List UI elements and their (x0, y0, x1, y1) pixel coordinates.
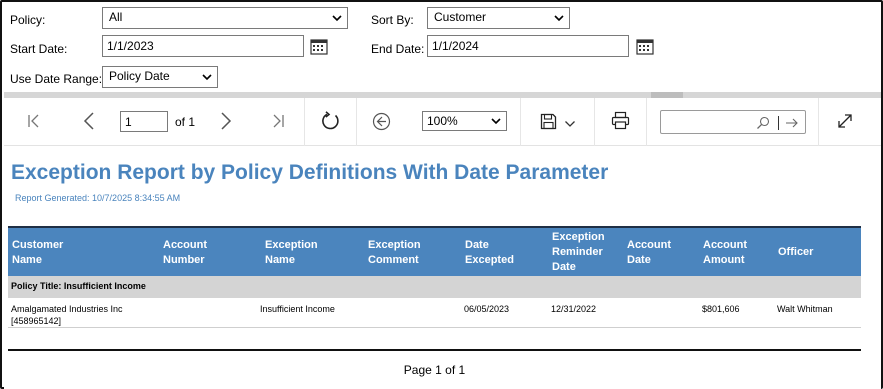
sort-by-select-value: Customer (434, 10, 487, 24)
toolbar-separator (594, 98, 595, 146)
policy-select-value: All (109, 10, 123, 24)
parameter-panel: Policy: All Sort By: Customer Start Date… (4, 4, 881, 92)
report-title: Exception Report by Policy Definitions W… (11, 161, 609, 184)
header-line: Amount (703, 254, 745, 266)
header-line: Comment (368, 254, 419, 266)
header-line: Excepted (465, 254, 514, 266)
header-line: Number (163, 254, 205, 266)
report-toolbar: 1 of 1 100% (4, 98, 881, 146)
header-line: Exception (265, 239, 318, 251)
header-exception-reminder-date: Exception Reminder Date (552, 230, 605, 275)
cell-customer-name: Amalgamated Industries Inc [458965142] (11, 303, 123, 327)
header-line: Reminder (552, 246, 603, 258)
page-count-label: of 1 (175, 115, 196, 129)
chevron-down-icon[interactable] (564, 120, 576, 128)
header-officer: Officer (778, 246, 814, 258)
group-header: Policy Title: Insufficient Income (8, 276, 861, 298)
save-icon[interactable] (540, 113, 557, 130)
header-account-amount: Account Amount (703, 238, 747, 268)
report-viewer-window: Policy: All Sort By: Customer Start Date… (0, 0, 883, 389)
header-account-number: Account Number (163, 238, 207, 268)
page-number-input[interactable]: 1 (120, 111, 168, 132)
header-line: Date (552, 261, 576, 273)
calendar-icon[interactable] (310, 38, 328, 55)
last-page-icon[interactable] (270, 113, 286, 129)
header-line: Date (465, 239, 489, 251)
header-line: Customer (12, 239, 64, 251)
zoom-select[interactable]: 100% (422, 111, 507, 131)
header-line: Exception (368, 239, 421, 251)
chevron-down-icon (491, 118, 501, 125)
toolbar-separator (304, 98, 305, 146)
back-icon[interactable] (372, 112, 391, 131)
sort-by-label: Sort By: (371, 13, 414, 27)
start-date-label: Start Date: (10, 42, 68, 56)
toolbar-separator (520, 98, 521, 146)
report-page: Exception Report by Policy Definitions W… (4, 147, 881, 389)
policy-select[interactable]: All (102, 7, 348, 29)
date-range-select[interactable]: Policy Date (102, 66, 218, 88)
zoom-value: 100% (427, 114, 458, 128)
toolbar-separator (646, 98, 647, 146)
table-header: Customer Name Account Number Exception N… (8, 226, 861, 276)
sort-by-select[interactable]: Customer (427, 7, 570, 29)
header-line: Account (627, 239, 671, 251)
start-date-value: 1/1/2023 (107, 39, 154, 53)
page-footer: Page 1 of 1 (403, 363, 466, 377)
start-date-input[interactable]: 1/1/2023 (102, 35, 304, 57)
date-range-label: Use Date Range: (10, 72, 103, 86)
customer-id-text: [458965142] (11, 316, 62, 326)
cell-reminder-date: 12/31/2022 (551, 304, 597, 314)
header-line: Name (12, 254, 42, 266)
header-exception-comment: Exception Comment (368, 238, 421, 268)
print-icon[interactable] (611, 111, 630, 130)
find-divider (778, 116, 779, 130)
customer-name-text: Amalgamated Industries Inc (11, 304, 123, 314)
fullscreen-icon[interactable] (836, 112, 854, 130)
header-line: Account (163, 239, 207, 251)
end-date-value: 1/1/2024 (432, 39, 479, 53)
page-number-value: 1 (125, 115, 132, 129)
report-generated-text: Report Generated: 10/7/2025 8:34:55 AM (15, 193, 181, 203)
header-date-excepted: Date Excepted (465, 238, 514, 268)
policy-label: Policy: (10, 13, 46, 27)
find-text-input[interactable] (660, 110, 806, 134)
header-line: Exception (552, 231, 605, 243)
toolbar-separator (818, 98, 819, 146)
first-page-icon[interactable] (26, 113, 42, 129)
cell-officer: Walt Whitman (777, 304, 833, 314)
date-range-select-value: Policy Date (109, 69, 170, 83)
previous-page-icon[interactable] (82, 112, 96, 130)
header-line: Date (627, 254, 651, 266)
header-account-date: Account Date (627, 238, 671, 268)
next-page-icon[interactable] (219, 112, 233, 130)
footer-divider (8, 349, 861, 351)
chevron-down-icon (202, 74, 212, 81)
end-date-label: End Date: (371, 42, 425, 56)
search-icon (757, 116, 770, 129)
cell-exception-name: Insufficient Income (260, 304, 335, 314)
header-line: Name (265, 254, 295, 266)
cell-account-amount: $801,606 (702, 304, 740, 314)
header-customer-name: Customer Name (12, 238, 63, 268)
header-line: Account (703, 239, 747, 251)
end-date-input[interactable]: 1/1/2024 (427, 35, 629, 57)
header-exception-name: Exception Name (265, 238, 318, 268)
group-title: Policy Title: Insufficient Income (11, 281, 146, 291)
refresh-icon[interactable] (320, 111, 341, 132)
find-next-icon[interactable] (785, 116, 799, 130)
chevron-down-icon (554, 15, 564, 22)
calendar-icon[interactable] (636, 38, 654, 55)
toolbar-separator (356, 98, 357, 146)
cell-date-excepted: 06/05/2023 (464, 304, 510, 314)
row-divider (8, 327, 861, 328)
chevron-down-icon (332, 15, 342, 22)
